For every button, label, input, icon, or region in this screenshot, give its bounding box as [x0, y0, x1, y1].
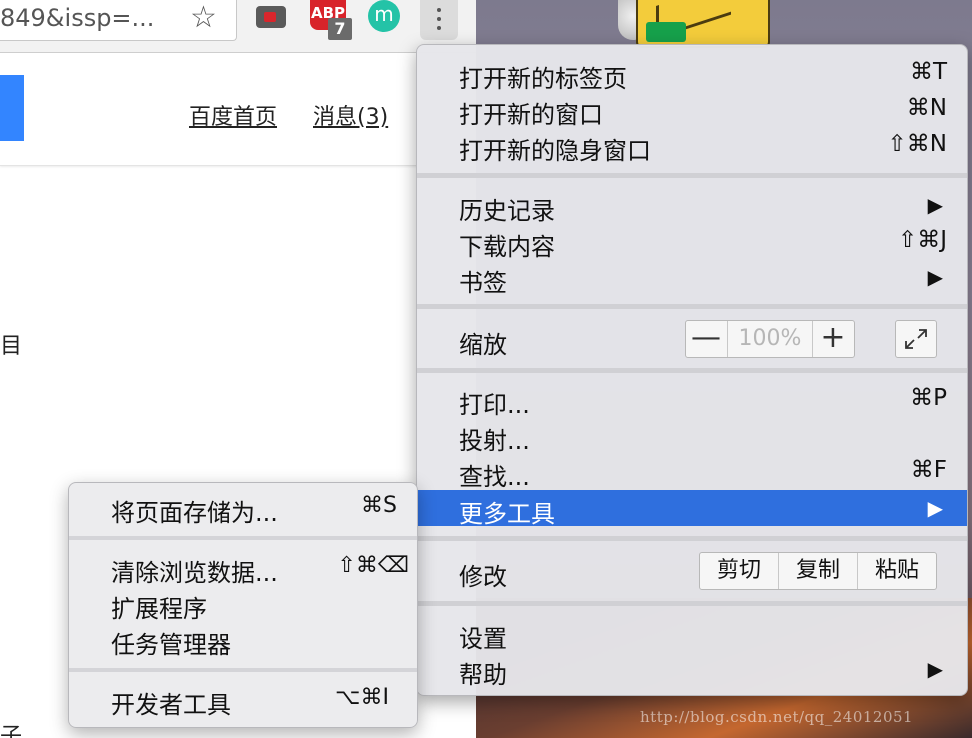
menu-item-label: 查找... — [459, 463, 530, 491]
menu-item-shortcut: ⇧⌘J — [897, 227, 947, 253]
menu-dot-icon — [437, 26, 441, 30]
menu-item-label: 书签 — [459, 269, 507, 297]
menu-item-label: 设置 — [459, 625, 507, 653]
menu-item-shortcut: ⌘T — [909, 59, 947, 85]
menu-item-shortcut: ⌥⌘I — [335, 685, 389, 710]
menu-item-label: 开发者工具 — [111, 691, 231, 719]
menu-item-label: 历史记录 — [459, 197, 555, 225]
submenu-arrow-icon: ▶ — [927, 496, 943, 520]
watermark: http://blog.csdn.net/qq_24012051 — [640, 708, 914, 726]
edit-control: 剪切 复制 粘贴 — [699, 552, 937, 590]
menu-item-label: 更多工具 — [459, 500, 555, 528]
copy-button[interactable]: 复制 — [778, 553, 858, 589]
menu-item-shortcut: ⇧⌘N — [887, 131, 947, 157]
menu-separator — [417, 368, 967, 373]
zoom-out-button[interactable]: — — [686, 321, 726, 357]
mail-app-icon[interactable] — [636, 0, 770, 48]
submenu-item-developer-tools[interactable]: 开发者工具 ⌥⌘I — [69, 681, 417, 719]
menu-item-new-incognito[interactable]: 打开新的隐身窗口 ⇧⌘N — [417, 127, 967, 165]
menu-dot-icon — [437, 17, 441, 21]
menu-item-bookmarks[interactable]: 书签 ▶ — [417, 259, 967, 297]
menu-separator — [417, 304, 967, 309]
menu-item-label: 缩放 — [459, 331, 507, 359]
menu-item-new-window[interactable]: 打开新的窗口 ⌘N — [417, 91, 967, 129]
menu-item-new-tab[interactable]: 打开新的标签页 ⌘T — [417, 55, 967, 93]
submenu-arrow-icon: ▶ — [927, 193, 943, 217]
menu-item-label: 扩展程序 — [111, 595, 207, 623]
cut-button[interactable]: 剪切 — [700, 553, 778, 589]
menu-item-label: 投射... — [459, 427, 530, 455]
fullscreen-button[interactable] — [895, 320, 937, 358]
menu-item-cast[interactable]: 投射... — [417, 417, 967, 455]
menu-item-label: 将页面存储为... — [111, 499, 278, 527]
submenu-arrow-icon: ▶ — [927, 657, 943, 681]
baidu-home-link[interactable]: 百度首页 — [189, 99, 277, 131]
menu-item-find[interactable]: 查找... ⌘F — [417, 453, 967, 491]
menu-item-more-tools[interactable]: 更多工具 ▶ — [417, 490, 967, 528]
submenu-arrow-icon: ▶ — [927, 265, 943, 289]
menu-item-shortcut: ⌘P — [910, 385, 947, 411]
video-extension-icon[interactable] — [256, 6, 286, 28]
menu-item-label: 打开新的窗口 — [459, 101, 603, 129]
menu-item-label: 打印... — [459, 391, 530, 419]
menu-item-label: 打开新的隐身窗口 — [459, 137, 651, 165]
fullscreen-icon — [905, 329, 927, 349]
menu-item-label: 修改 — [459, 563, 507, 591]
chrome-main-menu: 打开新的标签页 ⌘T 打开新的窗口 ⌘N 打开新的隐身窗口 ⇧⌘N 历史记录 ▶… — [416, 44, 968, 696]
bookmark-star-icon[interactable]: ☆ — [190, 0, 217, 36]
page-text-fragment: 目 — [0, 334, 23, 359]
browser-toolbar: 849&issp=... ☆ ABP 7 m — [0, 0, 476, 53]
menu-separator — [417, 601, 967, 606]
menu-item-label: 下载内容 — [459, 233, 555, 261]
zoom-level: 100% — [727, 321, 813, 357]
menu-dot-icon — [437, 8, 441, 12]
menu-item-label: 打开新的标签页 — [459, 65, 627, 93]
menu-item-label: 清除浏览数据... — [111, 559, 278, 587]
submenu-item-extensions[interactable]: 扩展程序 — [69, 585, 417, 623]
menu-item-history[interactable]: 历史记录 ▶ — [417, 187, 967, 225]
page-header: 百度首页 消息(3) — [0, 53, 476, 166]
extension-avatar-icon[interactable]: m — [368, 0, 400, 32]
submenu-item-save-page[interactable]: 将页面存储为... ⌘S — [69, 489, 417, 527]
more-tools-submenu: 将页面存储为... ⌘S 清除浏览数据... ⇧⌘⌫ 扩展程序 任务管理器 开发… — [68, 482, 418, 728]
menu-item-shortcut: ⇧⌘⌫ — [337, 553, 409, 578]
mail-icon-stamp — [646, 22, 686, 42]
menu-separator — [417, 536, 967, 541]
zoom-in-button[interactable]: + — [813, 321, 853, 357]
address-bar[interactable]: 849&issp=... ☆ — [0, 0, 237, 41]
menu-separator — [69, 668, 417, 672]
adblock-badge: 7 — [328, 18, 352, 40]
menu-separator — [417, 173, 967, 178]
messages-link[interactable]: 消息(3) — [313, 99, 388, 131]
menu-item-shortcut: ⌘F — [910, 457, 947, 483]
menu-item-label: 帮助 — [459, 661, 507, 689]
chrome-menu-button[interactable] — [420, 0, 458, 40]
paste-button[interactable]: 粘贴 — [858, 553, 936, 589]
menu-item-settings[interactable]: 设置 — [417, 615, 967, 653]
menu-item-label: 任务管理器 — [111, 631, 231, 659]
search-button[interactable] — [0, 75, 24, 141]
zoom-control: — 100% + — [685, 320, 855, 358]
menu-separator — [69, 536, 417, 540]
menu-item-print[interactable]: 打印... ⌘P — [417, 381, 967, 419]
submenu-item-task-manager[interactable]: 任务管理器 — [69, 621, 417, 659]
menu-item-shortcut: ⌘N — [906, 95, 947, 121]
menu-item-help[interactable]: 帮助 ▶ — [417, 651, 967, 689]
page-text-fragment: 子 — [0, 724, 23, 738]
submenu-item-clear-data[interactable]: 清除浏览数据... ⇧⌘⌫ — [69, 549, 417, 587]
url-text[interactable]: 849&issp=... — [0, 4, 154, 32]
menu-item-shortcut: ⌘S — [361, 493, 397, 518]
menu-item-downloads[interactable]: 下载内容 ⇧⌘J — [417, 223, 967, 261]
